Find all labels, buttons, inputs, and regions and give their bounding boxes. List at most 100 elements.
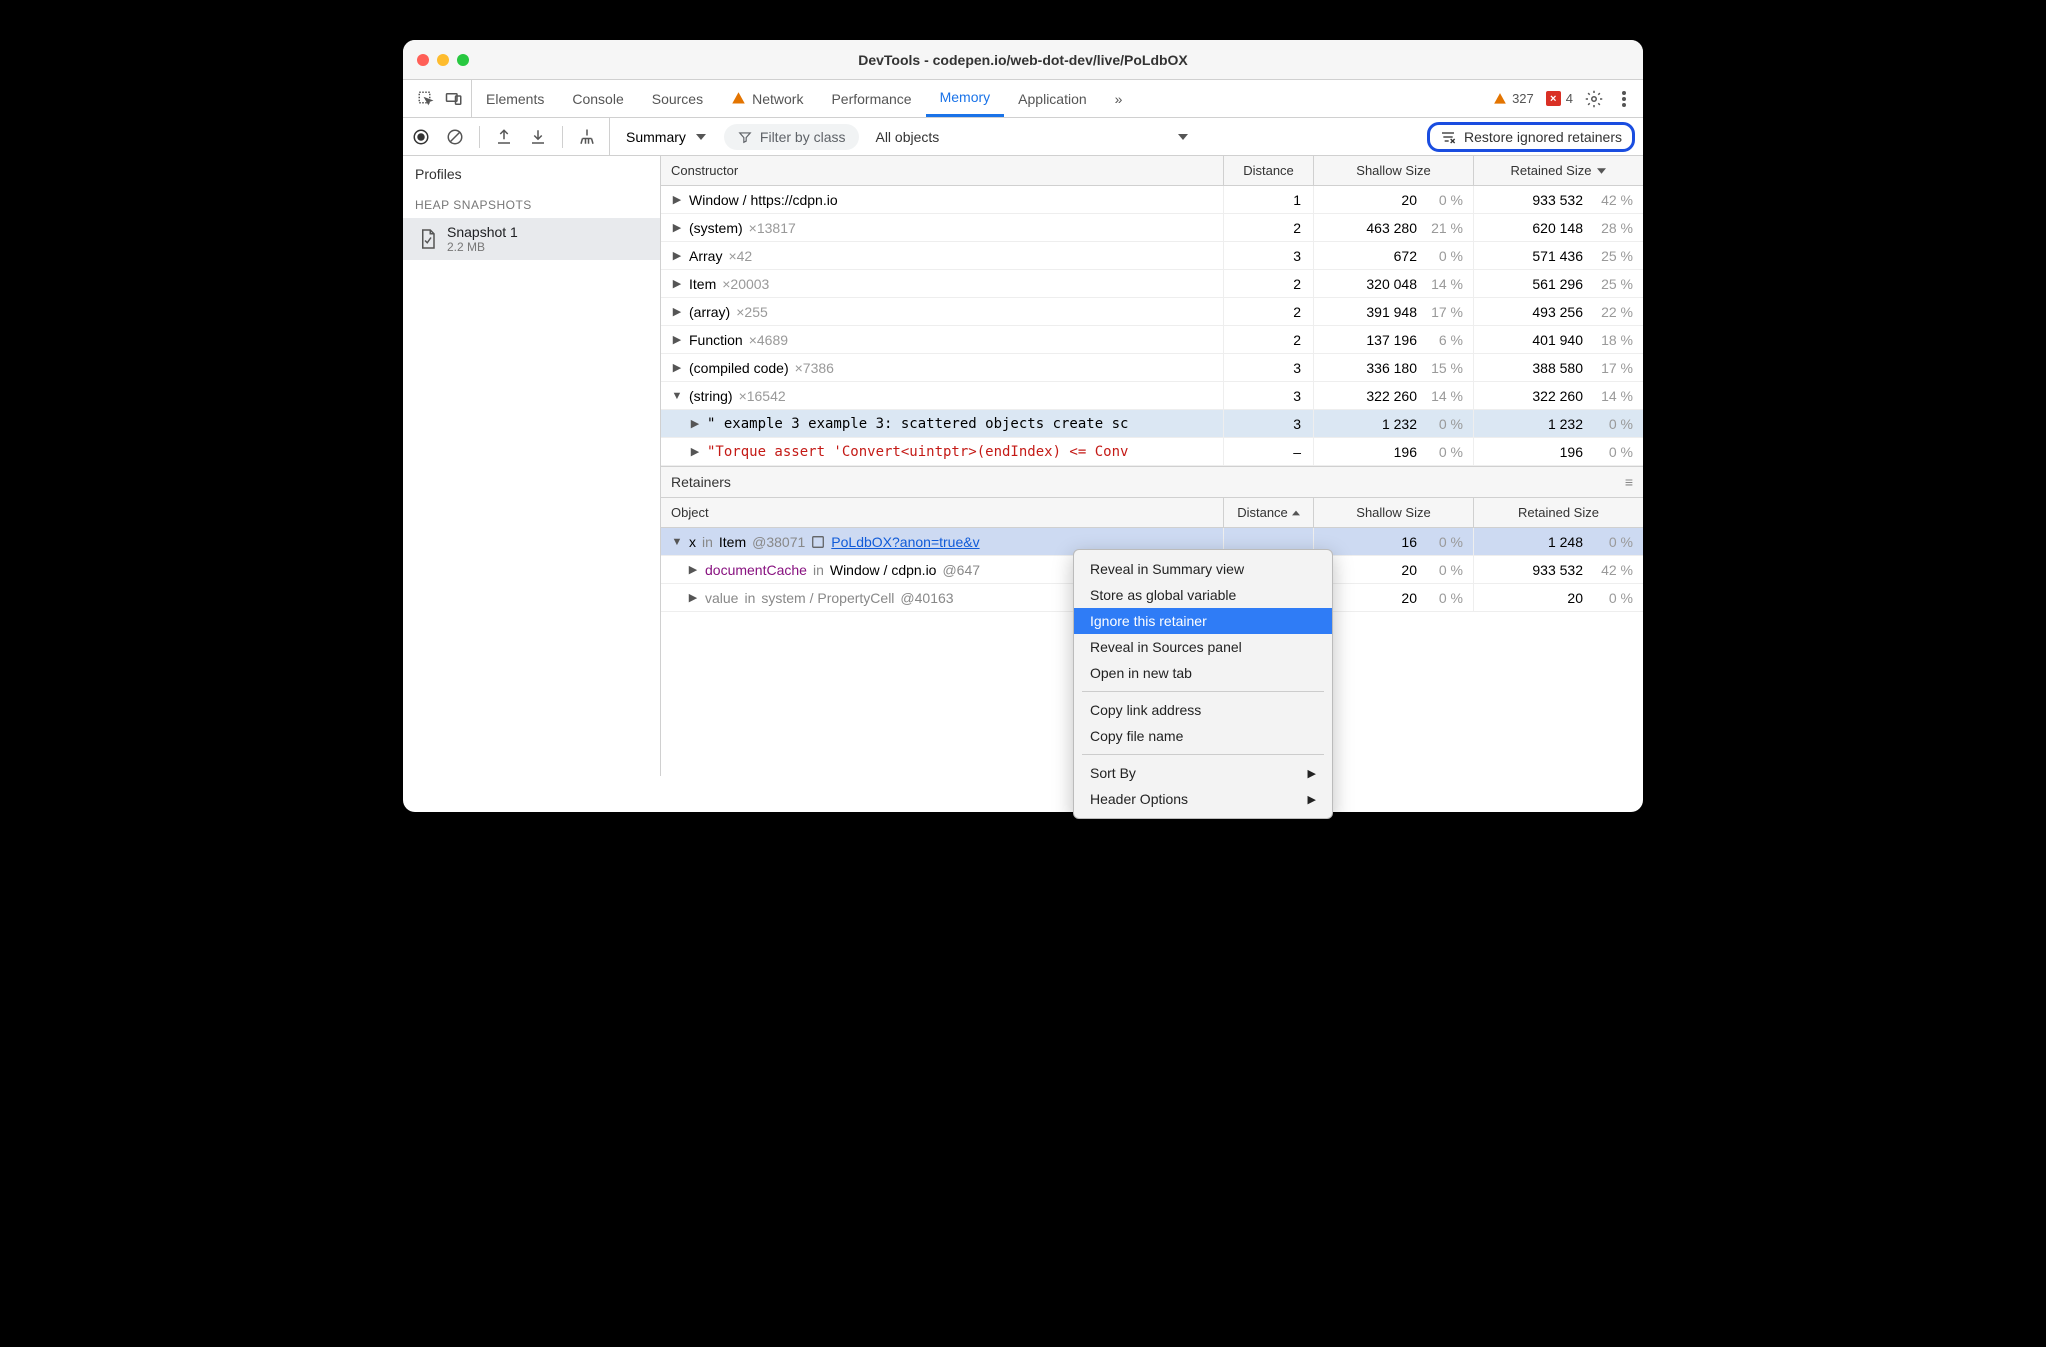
instance-count: ×255 [736, 304, 768, 320]
shallow-pct: 15 % [1427, 360, 1463, 376]
table-row[interactable]: ▶ Item ×20003 2 320 04814 % 561 29625 % [661, 270, 1643, 298]
shallow-value: 320 048 [1366, 276, 1417, 292]
col-ret-shallow[interactable]: Shallow Size [1313, 498, 1473, 527]
warning-count[interactable]: 327 [1493, 91, 1534, 106]
export-icon[interactable] [494, 127, 514, 147]
menu-item[interactable]: Reveal in Summary view [1074, 556, 1332, 582]
tab-console[interactable]: Console [558, 80, 637, 117]
all-objects-dropdown[interactable]: All objects [875, 129, 939, 145]
view-dropdown-label: Summary [626, 129, 686, 145]
menu-item-label: Sort By [1090, 765, 1136, 781]
disclosure-icon[interactable]: ▶ [671, 221, 683, 234]
chevron-down-icon[interactable] [1178, 134, 1188, 140]
table-row[interactable]: ▶ Array ×42 3 6720 % 571 43625 % [661, 242, 1643, 270]
import-icon[interactable] [528, 127, 548, 147]
filter-icon [738, 130, 752, 144]
col-shallow[interactable]: Shallow Size [1313, 156, 1473, 185]
col-ret-distance[interactable]: Distance [1223, 498, 1313, 527]
submenu-arrow-icon: ▶ [1308, 793, 1316, 806]
col-retained[interactable]: Retained Size [1473, 156, 1643, 185]
disclosure-icon[interactable]: ▶ [671, 193, 683, 206]
menu-item[interactable]: Copy file name [1074, 723, 1332, 749]
retained-pct: 0 % [1593, 444, 1633, 460]
shallow-pct: 14 % [1427, 276, 1463, 292]
shallow-value: 137 196 [1366, 332, 1417, 348]
disclosure-icon[interactable]: ▼ [671, 536, 683, 548]
device-icon[interactable] [445, 90, 463, 108]
object-name: Item [719, 534, 746, 550]
source-link[interactable]: PoLdbOX?anon=true&v [831, 534, 979, 550]
disclosure-icon[interactable]: ▶ [671, 361, 683, 374]
devtools-window: DevTools - codepen.io/web-dot-dev/live/P… [403, 40, 1643, 812]
disclosure-icon[interactable]: ▶ [671, 305, 683, 318]
table-row[interactable]: ▶ (system) ×13817 2 463 28021 % 620 1482… [661, 214, 1643, 242]
snapshot-size: 2.2 MB [447, 240, 518, 254]
retained-pct: 22 % [1593, 304, 1633, 320]
table-row[interactable]: ▼ (string) ×16542 3 322 26014 % 322 2601… [661, 382, 1643, 410]
string-value: " example 3 example 3: scattered objects… [707, 416, 1128, 432]
tab-application[interactable]: Application [1004, 80, 1101, 117]
col-constructor[interactable]: Constructor [661, 163, 1223, 178]
filter-input[interactable]: Filter by class [724, 124, 860, 150]
error-count[interactable]: × 4 [1546, 91, 1573, 106]
close-button[interactable] [417, 54, 429, 66]
retainers-menu-icon[interactable]: ≡ [1625, 474, 1633, 490]
col-object[interactable]: Object [661, 505, 1223, 520]
table-row[interactable]: ▶ (array) ×255 2 391 94817 % 493 25622 % [661, 298, 1643, 326]
sidebar: Profiles HEAP SNAPSHOTS Snapshot 1 2.2 M… [403, 156, 661, 776]
inspect-icon[interactable] [417, 90, 435, 108]
clear-icon[interactable] [445, 127, 465, 147]
gear-icon[interactable] [1585, 90, 1603, 108]
snapshot-item[interactable]: Snapshot 1 2.2 MB [403, 218, 660, 260]
minimize-button[interactable] [437, 54, 449, 66]
table-row[interactable]: ▶ (compiled code) ×7386 3 336 18015 % 38… [661, 354, 1643, 382]
disclosure-icon[interactable]: ▼ [671, 390, 683, 402]
distance-value: 3 [1223, 354, 1313, 381]
object-name: Window / cdpn.io [830, 562, 937, 578]
window-title: DevTools - codepen.io/web-dot-dev/live/P… [858, 52, 1188, 68]
view-dropdown[interactable]: Summary [620, 129, 712, 145]
tab-memory[interactable]: Memory [926, 80, 1005, 117]
disclosure-icon[interactable]: ▶ [671, 333, 683, 346]
restore-ignored-retainers-button[interactable]: Restore ignored retainers [1427, 122, 1635, 152]
maximize-button[interactable] [457, 54, 469, 66]
err-count-value: 4 [1566, 91, 1573, 106]
snapshot-name: Snapshot 1 [447, 224, 518, 240]
retained-value: 388 580 [1532, 360, 1583, 376]
table-row[interactable]: ▶ "Torque assert 'Convert<uintptr>(endIn… [661, 438, 1643, 466]
menu-item[interactable]: Store as global variable [1074, 582, 1332, 608]
tabbar-left-icons [409, 80, 472, 117]
table-row[interactable]: ▶ Function ×4689 2 137 1966 % 401 94018 … [661, 326, 1643, 354]
tab-performance[interactable]: Performance [817, 80, 925, 117]
col-ret-retained[interactable]: Retained Size [1473, 498, 1643, 527]
retained-value: 1 248 [1548, 534, 1583, 550]
constructor-label: (array) [689, 304, 730, 320]
disclosure-icon[interactable]: ▶ [687, 591, 699, 604]
table-row[interactable]: ▶ Window / https://cdpn.io 1 200 % 933 5… [661, 186, 1643, 214]
table-row[interactable]: ▶ " example 3 example 3: scattered objec… [661, 410, 1643, 438]
disclosure-icon[interactable]: ▶ [689, 445, 701, 458]
kebab-icon[interactable] [1615, 90, 1633, 108]
col-distance[interactable]: Distance [1223, 156, 1313, 185]
broom-icon[interactable] [577, 127, 597, 147]
menu-item[interactable]: Reveal in Sources panel [1074, 634, 1332, 660]
record-icon[interactable] [411, 127, 431, 147]
disclosure-icon[interactable]: ▶ [687, 563, 699, 576]
menu-separator [1082, 754, 1324, 755]
menu-item[interactable]: Open in new tab [1074, 660, 1332, 686]
menu-item[interactable]: Header Options▶ [1074, 786, 1332, 812]
shallow-value: 672 [1394, 248, 1417, 264]
menu-item[interactable]: Copy link address [1074, 697, 1332, 723]
tab-more[interactable]: » [1101, 80, 1137, 117]
tab-elements[interactable]: Elements [472, 80, 558, 117]
tab-sources[interactable]: Sources [638, 80, 717, 117]
retained-value: 1 232 [1548, 416, 1583, 432]
disclosure-icon[interactable]: ▶ [671, 249, 683, 262]
constructor-label: Window / https://cdpn.io [689, 192, 838, 208]
menu-item[interactable]: Ignore this retainer [1074, 608, 1332, 634]
tab-network[interactable]: Network [717, 80, 817, 117]
menu-item[interactable]: Sort By▶ [1074, 760, 1332, 786]
disclosure-icon[interactable]: ▶ [671, 277, 683, 290]
disclosure-icon[interactable]: ▶ [689, 417, 701, 430]
shallow-pct: 0 % [1427, 590, 1463, 606]
